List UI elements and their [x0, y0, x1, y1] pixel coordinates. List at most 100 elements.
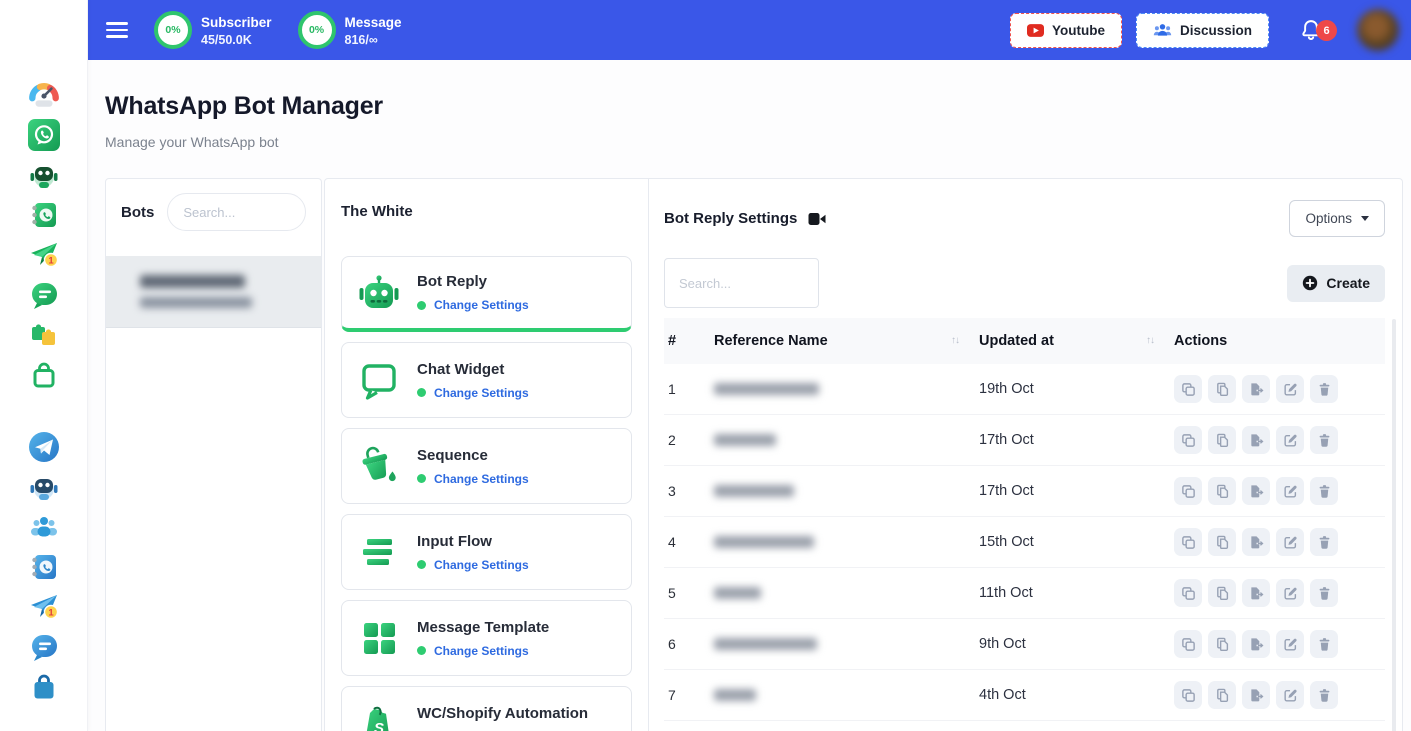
export-button[interactable]: [1242, 477, 1270, 505]
copy-button[interactable]: [1208, 426, 1236, 454]
bot-list-item-selected[interactable]: [106, 256, 321, 328]
create-button[interactable]: Create: [1287, 265, 1385, 302]
whatsapp-icon[interactable]: [27, 118, 61, 152]
export-button[interactable]: [1242, 630, 1270, 658]
dashboard-gauge-icon[interactable]: [27, 78, 61, 112]
copy-button[interactable]: [1208, 477, 1236, 505]
delete-button[interactable]: [1310, 477, 1338, 505]
plus-circle-icon: [1302, 275, 1318, 291]
export-button[interactable]: [1242, 579, 1270, 607]
copy-button[interactable]: [1208, 528, 1236, 556]
clone-button[interactable]: [1174, 375, 1202, 403]
options-button[interactable]: Options: [1289, 200, 1385, 237]
menu-icon[interactable]: [106, 22, 128, 38]
updated-at: 11th Oct: [975, 585, 1170, 601]
telegram-chat-icon[interactable]: [27, 630, 61, 664]
edit-button[interactable]: [1276, 426, 1304, 454]
telegram-shop-icon[interactable]: [27, 670, 61, 704]
telegram-contacts-icon[interactable]: [27, 550, 61, 584]
shopify-bag-icon: S: [357, 702, 401, 731]
whatsapp-bot-icon[interactable]: [27, 158, 61, 192]
edit-button[interactable]: [1276, 681, 1304, 709]
integrations-icon[interactable]: [27, 318, 61, 352]
discussion-button[interactable]: Discussion: [1136, 13, 1269, 48]
svg-text:1: 1: [48, 607, 54, 618]
youtube-button[interactable]: Youtube: [1010, 13, 1122, 48]
row-number: 6: [664, 636, 710, 652]
bot-reply-robot-icon: [357, 271, 401, 315]
subscriber-progress-ring: 0%: [154, 11, 192, 49]
bot-settings-panel: The White: [324, 178, 1403, 731]
reference-name-redacted: [714, 689, 756, 701]
table-header: # Reference Name ↑↓ Updated at ↑↓ Action…: [664, 318, 1385, 364]
edit-button[interactable]: [1276, 375, 1304, 403]
delete-button[interactable]: [1310, 528, 1338, 556]
delete-button[interactable]: [1310, 426, 1338, 454]
notifications-bell[interactable]: 6: [1299, 18, 1323, 42]
settings-card-bot-reply[interactable]: Bot Reply Change Settings: [341, 256, 632, 332]
export-button[interactable]: [1242, 426, 1270, 454]
reference-name-redacted: [714, 587, 761, 599]
export-button[interactable]: [1242, 528, 1270, 556]
whatsapp-contacts-icon[interactable]: [27, 198, 61, 232]
clone-button[interactable]: [1174, 426, 1202, 454]
sort-icon[interactable]: ↑↓: [951, 335, 959, 346]
youtube-button-label: Youtube: [1052, 23, 1105, 38]
user-avatar[interactable]: [1357, 9, 1399, 51]
clone-button[interactable]: [1174, 477, 1202, 505]
video-camera-icon[interactable]: [808, 212, 826, 226]
delete-button[interactable]: [1310, 579, 1338, 607]
table-scrollbar[interactable]: [1392, 319, 1396, 731]
app-sidebar: 1: [0, 0, 88, 731]
clone-button[interactable]: [1174, 681, 1202, 709]
settings-card-message-template[interactable]: Message Template Change Settings: [341, 600, 632, 676]
reference-name-redacted: [714, 383, 819, 395]
settings-card-input-flow[interactable]: Input Flow Change Settings: [341, 514, 632, 590]
telegram-icon[interactable]: [27, 430, 61, 464]
edit-button[interactable]: [1276, 528, 1304, 556]
delete-button[interactable]: [1310, 375, 1338, 403]
discussion-button-label: Discussion: [1180, 23, 1252, 38]
edit-button[interactable]: [1276, 477, 1304, 505]
col-updated-at: Updated at ↑↓: [975, 333, 1170, 349]
clone-button[interactable]: [1174, 579, 1202, 607]
clone-button[interactable]: [1174, 630, 1202, 658]
change-settings-link[interactable]: Change Settings: [434, 558, 529, 572]
row-number: 4: [664, 534, 710, 550]
telegram-group-icon[interactable]: [27, 510, 61, 544]
table-row: 4 15th Oct: [664, 517, 1385, 568]
edit-button[interactable]: [1276, 579, 1304, 607]
edit-button[interactable]: [1276, 630, 1304, 658]
message-template-grid-icon: [357, 616, 401, 660]
telegram-bot-icon[interactable]: [27, 470, 61, 504]
reply-table: # Reference Name ↑↓ Updated at ↑↓ Action…: [664, 318, 1385, 731]
delete-button[interactable]: [1310, 681, 1338, 709]
reply-search-input[interactable]: [664, 258, 819, 308]
export-button[interactable]: [1242, 375, 1270, 403]
whatsapp-shop-icon[interactable]: [27, 358, 61, 392]
bot-reply-settings-title: Bot Reply Settings: [664, 210, 797, 227]
export-button[interactable]: [1242, 681, 1270, 709]
col-num: #: [664, 333, 710, 349]
telegram-broadcast-icon[interactable]: 1: [27, 590, 61, 624]
change-settings-link[interactable]: Change Settings: [434, 472, 529, 486]
svg-text:S: S: [374, 720, 384, 731]
copy-button[interactable]: [1208, 681, 1236, 709]
settings-card-chat-widget[interactable]: Chat Widget Change Settings: [341, 342, 632, 418]
settings-card-wc-shopify[interactable]: S WC/Shopify Automation Change Settings: [341, 686, 632, 731]
copy-button[interactable]: [1208, 579, 1236, 607]
change-settings-link[interactable]: Change Settings: [434, 644, 529, 658]
whatsapp-broadcast-icon[interactable]: 1: [27, 238, 61, 272]
copy-button[interactable]: [1208, 375, 1236, 403]
delete-button[interactable]: [1310, 630, 1338, 658]
settings-card-sequence[interactable]: Sequence Change Settings: [341, 428, 632, 504]
change-settings-link[interactable]: Change Settings: [434, 386, 529, 400]
change-settings-link[interactable]: Change Settings: [434, 298, 529, 312]
sort-icon[interactable]: ↑↓: [1146, 335, 1154, 346]
svg-text:1: 1: [48, 255, 54, 266]
whatsapp-chat-icon[interactable]: [27, 278, 61, 312]
clone-button[interactable]: [1174, 528, 1202, 556]
youtube-icon: [1027, 24, 1044, 37]
copy-button[interactable]: [1208, 630, 1236, 658]
bots-search-input[interactable]: [167, 193, 306, 231]
